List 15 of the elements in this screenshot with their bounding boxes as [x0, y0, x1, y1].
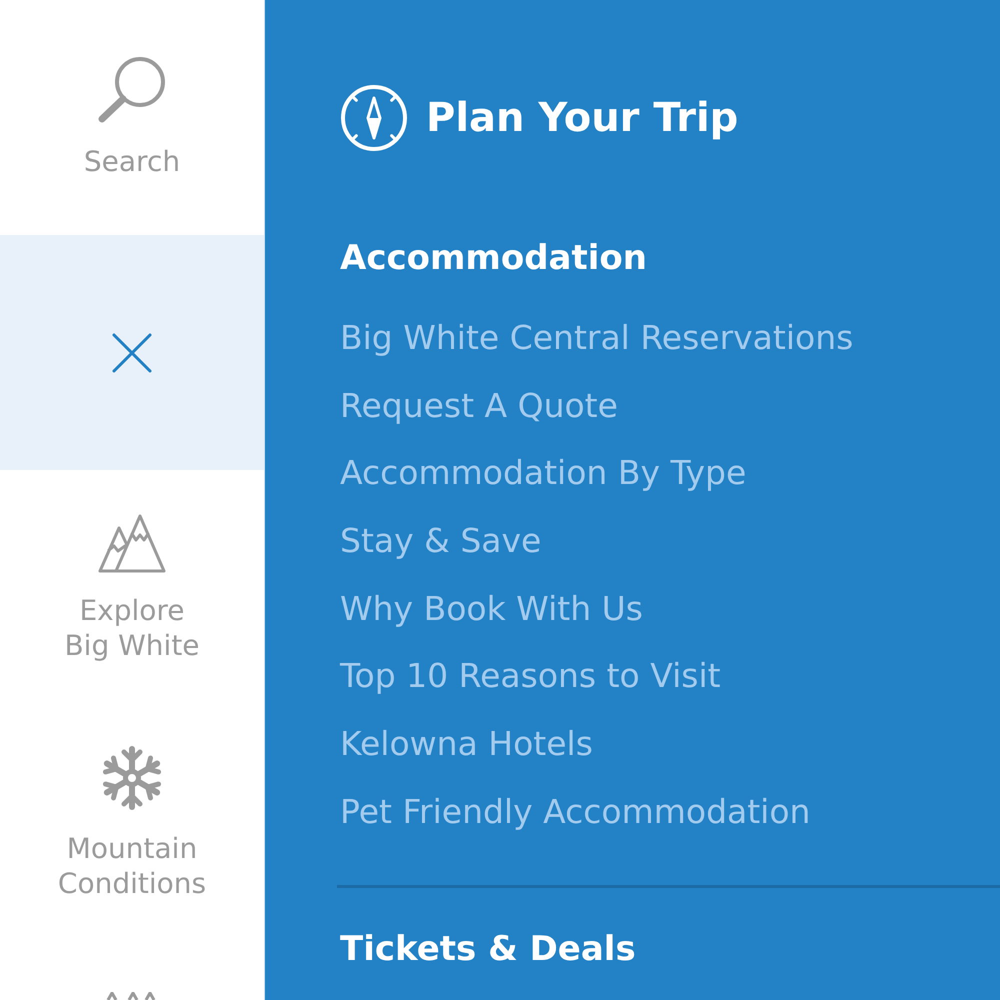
menu-title: Plan Your Trip: [426, 94, 738, 143]
menu-link[interactable]: Top 10 Reasons to Visit: [340, 656, 721, 696]
menu-link[interactable]: Pet Friendly Accommodation: [340, 792, 810, 832]
close-icon: [112, 332, 152, 372]
menu-link[interactable]: Request A Quote: [340, 386, 618, 426]
menu-link[interactable]: Why Book With Us: [340, 588, 643, 629]
menu-link[interactable]: Accommodation By Type: [340, 453, 746, 494]
compass-icon: [340, 84, 408, 152]
menu-link[interactable]: Kelowna Hotels: [340, 724, 593, 764]
search-icon: [97, 56, 167, 124]
mountains-icon: [98, 512, 166, 572]
menu-link[interactable]: Stay & Save: [340, 521, 542, 562]
menu-link[interactable]: Big White Central Reservations: [340, 318, 854, 358]
section-heading: Accommodation: [340, 238, 648, 278]
section-heading: Tickets & Deals: [340, 928, 637, 969]
